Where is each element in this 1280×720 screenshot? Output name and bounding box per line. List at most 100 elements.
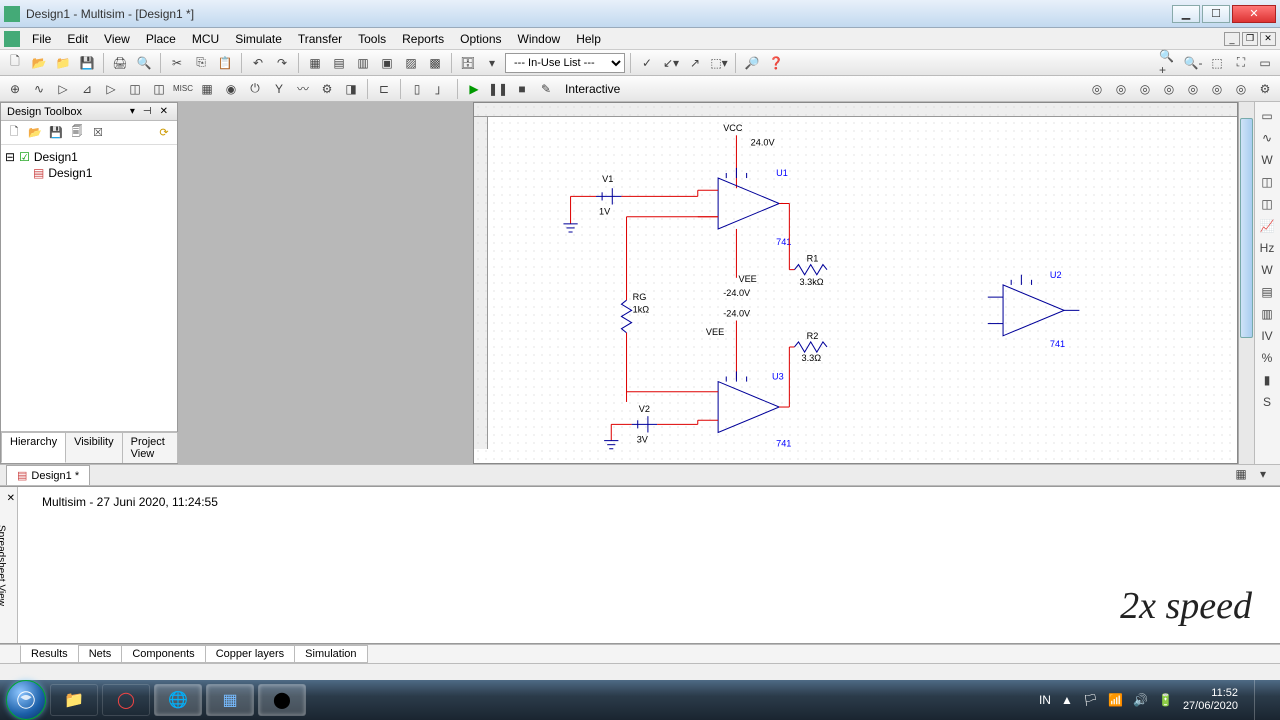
sheet3-button[interactable]: ▥	[352, 52, 374, 74]
paste-button[interactable]: 📋	[214, 52, 236, 74]
sheet2-button[interactable]: ▤	[328, 52, 350, 74]
menu-transfer[interactable]: Transfer	[290, 30, 350, 48]
tab-project-view[interactable]: Project View	[122, 432, 178, 463]
tray-clock[interactable]: 11:52 27/06/2020	[1183, 687, 1238, 713]
menu-help[interactable]: Help	[568, 30, 609, 48]
place-misc2-button[interactable]: Y	[268, 78, 290, 100]
spreadsheet-view-tab[interactable]: ✕ Spreadsheet View	[0, 487, 18, 643]
toolbox-close-design[interactable]: ☒	[89, 124, 107, 142]
doctab-design1[interactable]: ▤ Design1 *	[6, 465, 90, 485]
new-button[interactable]: 🗋	[4, 52, 26, 74]
mdi-minimize[interactable]: _	[1224, 32, 1240, 46]
net-button[interactable]: ⬚▾	[708, 52, 730, 74]
tray-network-icon[interactable]: 📶	[1108, 693, 1123, 707]
lang-indicator[interactable]: IN	[1039, 693, 1051, 707]
menu-edit[interactable]: Edit	[59, 30, 96, 48]
zoomarea-button[interactable]: ⬚	[1206, 52, 1228, 74]
probe2-button[interactable]: ◎	[1110, 78, 1132, 100]
sstab-components[interactable]: Components	[121, 645, 205, 663]
comp-rg[interactable]	[621, 300, 631, 333]
place-elmech-button[interactable]: ⚙	[316, 78, 338, 100]
instrument-wattmeter[interactable]: W	[1257, 150, 1277, 170]
instrument-scope[interactable]: ◫	[1257, 172, 1277, 192]
instrument-wordgen[interactable]: W	[1257, 260, 1277, 280]
menu-window[interactable]: Window	[510, 30, 569, 48]
place-power-button[interactable]: ⏻	[244, 78, 266, 100]
save-button[interactable]: 💾	[76, 52, 98, 74]
probe5-button[interactable]: ◎	[1182, 78, 1204, 100]
toolbox-open[interactable]: 📂	[26, 124, 44, 142]
preview-button[interactable]: 🔍	[133, 52, 155, 74]
menu-mcu[interactable]: MCU	[184, 30, 227, 48]
toolbox-new[interactable]: 🗋	[5, 124, 23, 142]
place-rf-button[interactable]: 〰	[292, 78, 314, 100]
place-diode-button[interactable]: ▷	[52, 78, 74, 100]
tree-root[interactable]: ⊟ ☑ Design1	[5, 149, 173, 165]
db-button[interactable]: 🗄	[457, 52, 479, 74]
tray-battery-icon[interactable]: 🔋	[1158, 693, 1173, 707]
pause-button[interactable]: ❚❚	[487, 78, 509, 100]
canvas-vscroll[interactable]	[1238, 102, 1254, 464]
place-indicator-button[interactable]: ◉	[220, 78, 242, 100]
instrument-iv[interactable]: IV	[1257, 326, 1277, 346]
sheet1-button[interactable]: ▦	[304, 52, 326, 74]
toolbox-refresh[interactable]: ⟳	[155, 124, 173, 142]
doctab-menu[interactable]: ▦	[1230, 463, 1252, 485]
print-button[interactable]: 🖨	[109, 52, 131, 74]
cut-button[interactable]: ✂	[166, 52, 188, 74]
comp-r2[interactable]	[794, 342, 827, 352]
toolbox-pin[interactable]: ⊣	[140, 106, 155, 117]
task-obs[interactable]: ⬤	[258, 684, 306, 716]
toolbox-save[interactable]: 💾	[47, 124, 65, 142]
place-analog-button[interactable]: ▷	[100, 78, 122, 100]
instrument-netan[interactable]: S	[1257, 392, 1277, 412]
db2-button[interactable]: ▾	[481, 52, 503, 74]
zoomout-button[interactable]: 🔍-	[1182, 52, 1204, 74]
instrument-funcgen[interactable]: ∿	[1257, 128, 1277, 148]
comp-r1[interactable]	[794, 265, 827, 275]
tray-volume-icon[interactable]: 🔊	[1133, 693, 1148, 707]
place-basic-button[interactable]: ∿	[28, 78, 50, 100]
doctab-menu2[interactable]: ▾	[1252, 463, 1274, 485]
place-ttl-button[interactable]: ◫	[124, 78, 146, 100]
find-button[interactable]: 🔎	[741, 52, 763, 74]
place-connector-button[interactable]: ⊏	[373, 78, 395, 100]
stop-button[interactable]: ■	[511, 78, 533, 100]
tree-child[interactable]: ▤ Design1	[5, 165, 173, 181]
spreadsheet-body[interactable]: Multisim - 27 Juni 2020, 11:24:55	[18, 487, 1280, 643]
place-ni-button[interactable]: ◨	[340, 78, 362, 100]
menu-simulate[interactable]: Simulate	[227, 30, 290, 48]
tab-hierarchy[interactable]: Hierarchy	[1, 432, 66, 463]
comp-u3[interactable]	[718, 382, 779, 433]
tray-up-icon[interactable]: ▲	[1061, 693, 1073, 707]
menu-options[interactable]: Options	[452, 30, 509, 48]
openex-button[interactable]: 📁	[52, 52, 74, 74]
ss-close-icon[interactable]: ✕	[7, 493, 15, 504]
probe3-button[interactable]: ◎	[1134, 78, 1156, 100]
instrument-spec[interactable]: ▮	[1257, 370, 1277, 390]
checkbox-icon[interactable]: ☑	[19, 150, 30, 164]
menu-reports[interactable]: Reports	[394, 30, 452, 48]
show-desktop-button[interactable]	[1254, 680, 1266, 720]
place-source-button[interactable]: ⊕	[4, 78, 26, 100]
instrument-logic-cv[interactable]: ▥	[1257, 304, 1277, 324]
task-explorer[interactable]: 📁	[50, 684, 98, 716]
place-hier-button[interactable]: 」	[430, 78, 452, 100]
place-cmos-button[interactable]: ◫	[148, 78, 170, 100]
menu-view[interactable]: View	[96, 30, 138, 48]
probe-settings-button[interactable]: ⚙	[1254, 78, 1276, 100]
erc-button[interactable]: ✓	[636, 52, 658, 74]
sstab-results[interactable]: Results	[20, 645, 79, 663]
open-button[interactable]: 📂	[28, 52, 50, 74]
place-mcu-button[interactable]: ▯	[406, 78, 428, 100]
fullscreen-button[interactable]: ▭	[1254, 52, 1276, 74]
zoomfit-button[interactable]: ⛶	[1230, 52, 1252, 74]
inuse-list-combo[interactable]: --- In-Use List ---	[505, 53, 625, 73]
interactive-icon[interactable]: ✎	[535, 78, 557, 100]
help-button[interactable]: ❓	[765, 52, 787, 74]
instrument-freq[interactable]: Hz	[1257, 238, 1277, 258]
minimize-button[interactable]: ▁	[1172, 5, 1200, 23]
menu-tools[interactable]: Tools	[350, 30, 394, 48]
copy-button[interactable]: ⎘	[190, 52, 212, 74]
undo-button[interactable]: ↶	[247, 52, 269, 74]
